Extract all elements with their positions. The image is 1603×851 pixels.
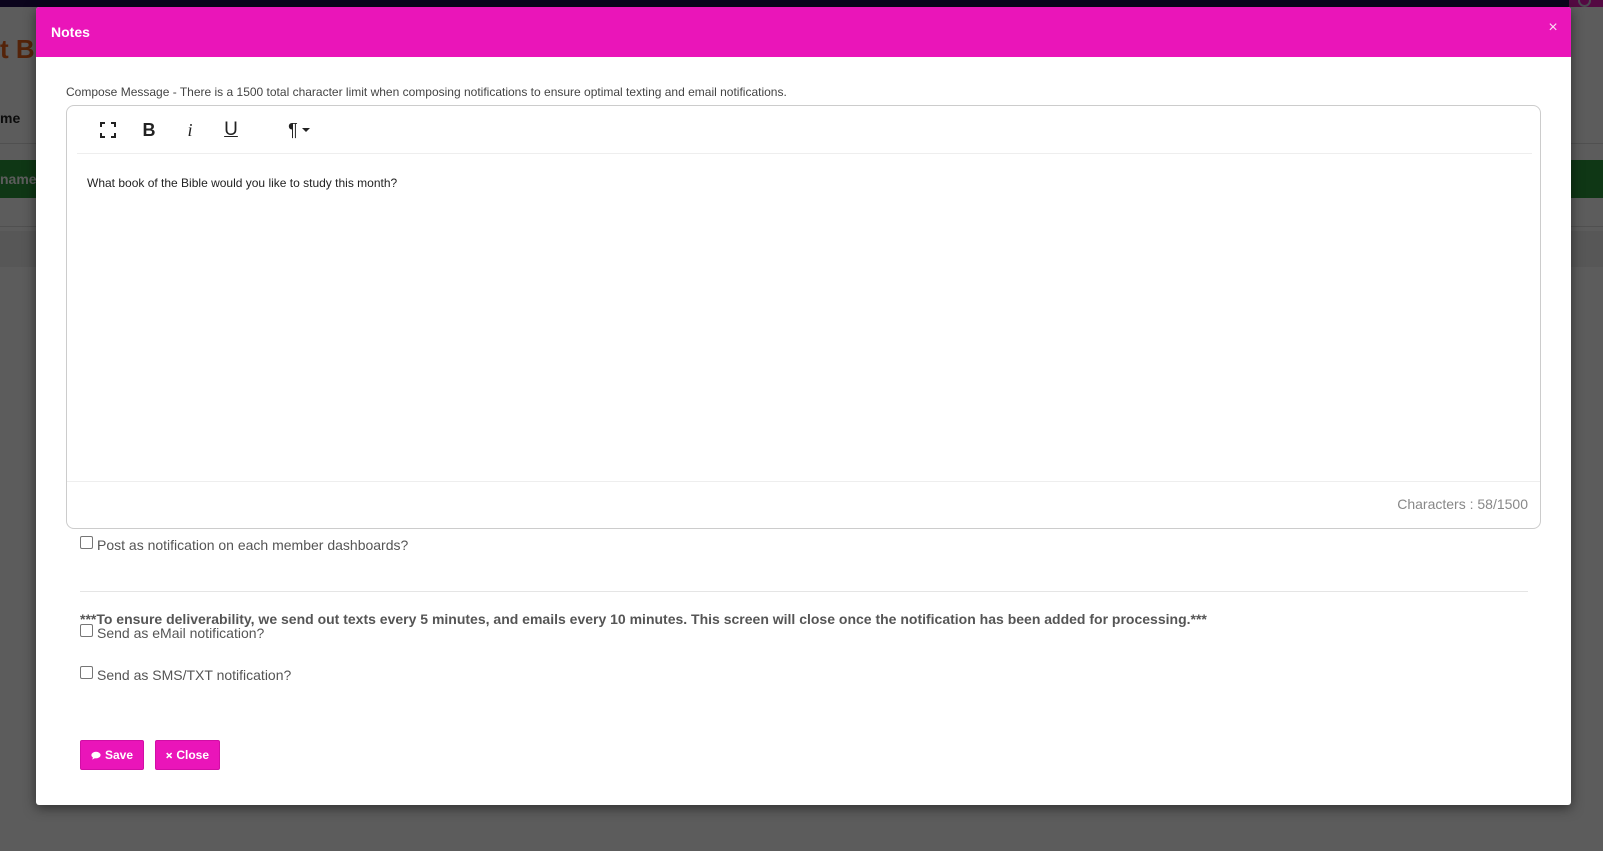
comment-icon (91, 751, 101, 760)
character-count: Characters : 58/1500 (1397, 496, 1528, 512)
save-button[interactable]: Save (80, 740, 144, 770)
editor-footer-divider (67, 481, 1540, 482)
close-label: Close (176, 748, 209, 762)
close-icon[interactable]: × (1545, 19, 1561, 37)
post-dashboard-label: Post as notification on each member dash… (97, 537, 409, 553)
x-icon (166, 751, 173, 759)
save-label: Save (104, 748, 133, 762)
section-divider (80, 591, 1528, 592)
sms-label: Send as SMS/TXT notification? (97, 667, 292, 683)
editor-content[interactable]: What book of the Bible would you like to… (87, 176, 1517, 190)
notes-modal: Notes × Compose Message - There is a 150… (36, 7, 1571, 805)
italic-button[interactable]: i (173, 116, 207, 144)
bold-button[interactable]: B (132, 116, 166, 144)
rich-text-editor: B i U ¶ What book of the Bible would you… (66, 105, 1541, 529)
sms-checkbox[interactable] (80, 665, 93, 679)
close-button[interactable]: Close (155, 740, 220, 770)
paragraph-style-dropdown[interactable]: ¶ (277, 116, 321, 144)
fullscreen-icon (100, 122, 116, 138)
email-checkbox[interactable] (80, 623, 93, 637)
email-label: Send as eMail notification? (97, 625, 265, 641)
post-dashboard-checkbox[interactable] (80, 535, 93, 549)
underline-button[interactable]: U (214, 116, 248, 144)
modal-title: Notes (51, 24, 90, 40)
editor-toolbar: B i U ¶ (77, 106, 1532, 154)
sms-option: Send as SMS/TXT notification? (80, 665, 292, 683)
email-option: Send as eMail notification? (80, 623, 265, 641)
paragraph-icon: ¶ (288, 119, 298, 140)
caret-down-icon (301, 128, 310, 132)
modal-header: Notes × (36, 7, 1571, 57)
post-dashboard-option: Post as notification on each member dash… (80, 535, 409, 553)
fullscreen-button[interactable] (91, 116, 125, 144)
compose-help-text: Compose Message - There is a 1500 total … (66, 85, 787, 99)
